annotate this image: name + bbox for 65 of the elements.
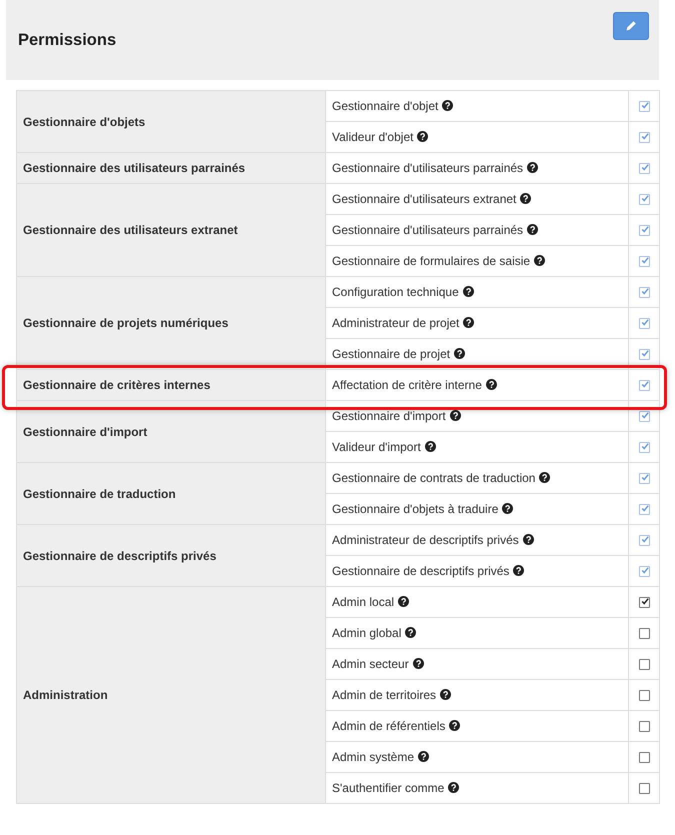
permission-label: Admin global xyxy=(332,626,402,640)
help-icon[interactable] xyxy=(418,751,430,762)
help-icon[interactable] xyxy=(448,782,460,793)
permission-label: Admin local xyxy=(332,595,394,609)
help-icon[interactable] xyxy=(450,410,461,421)
checkbox[interactable] xyxy=(638,597,650,608)
help-icon[interactable] xyxy=(417,131,428,142)
group-name-cell: Gestionnaire des utilisateurs extranet xyxy=(16,184,326,276)
permission-label: Admin de référentiels xyxy=(332,719,446,733)
help-icon[interactable] xyxy=(527,224,538,235)
permission-label: Gestionnaire d'import xyxy=(332,409,446,423)
help-icon[interactable] xyxy=(442,100,454,111)
checkbox[interactable] xyxy=(638,690,650,702)
group-name-cell: Gestionnaire d'import xyxy=(16,400,326,462)
permission-label: Admin de territoires xyxy=(332,688,436,702)
help-icon[interactable] xyxy=(449,720,460,731)
group-name-cell: Gestionnaire de traduction xyxy=(16,462,326,524)
help-icon[interactable] xyxy=(502,503,514,514)
group-name-cell: Gestionnaire d'objets xyxy=(16,90,326,152)
permission-label: Valideur d'import xyxy=(332,440,421,454)
permission-label: Valideur d'objet xyxy=(332,130,414,144)
help-icon[interactable] xyxy=(424,441,436,452)
help-icon[interactable] xyxy=(440,689,452,700)
permission-label: Gestionnaire d'objet xyxy=(332,99,438,113)
help-icon[interactable] xyxy=(534,255,546,266)
permission-label: Admin système xyxy=(332,750,414,764)
permission-label: Gestionnaire d'objets à traduire xyxy=(332,502,498,516)
permission-label: Gestionnaire d'utilisateurs parrainés xyxy=(332,161,524,175)
help-icon[interactable] xyxy=(454,348,466,359)
checkbox[interactable] xyxy=(638,659,650,670)
help-icon[interactable] xyxy=(412,658,424,669)
permission-label: Admin secteur xyxy=(332,657,409,671)
permission-label: Gestionnaire de projet xyxy=(332,347,450,361)
permission-label: S'authentifier comme xyxy=(332,781,444,795)
permission-label: Gestionnaire d'utilisateurs parrainés xyxy=(332,223,524,237)
permission-label: Gestionnaire de formulaires de saisie xyxy=(332,254,530,268)
help-icon[interactable] xyxy=(513,565,524,576)
checkbox[interactable] xyxy=(638,628,650,640)
group-name-cell: Gestionnaire de projets numériques xyxy=(16,276,326,370)
help-icon[interactable] xyxy=(539,472,550,483)
help-icon[interactable] xyxy=(527,162,538,173)
permission-label: Affectation de critère interne xyxy=(332,378,482,392)
help-icon[interactable] xyxy=(405,627,416,638)
help-icon[interactable] xyxy=(522,534,534,545)
pencil-icon xyxy=(625,20,637,32)
group-name-cell: Gestionnaire de descriptifs privés xyxy=(16,524,326,586)
checkbox[interactable] xyxy=(638,721,650,732)
permission-label: Administrateur de projet xyxy=(332,316,460,330)
help-icon[interactable] xyxy=(462,286,474,297)
permission-label: Gestionnaire de contrats de traduction xyxy=(332,471,536,485)
permission-label: Gestionnaire d'utilisateurs extranet xyxy=(332,192,516,206)
help-icon[interactable] xyxy=(398,596,410,607)
checkbox[interactable] xyxy=(638,752,650,764)
group-name-cell: Gestionnaire de critères internes xyxy=(16,370,326,400)
permission-label: Gestionnaire de descriptifs privés xyxy=(332,564,510,578)
group-name-cell: Administration xyxy=(16,586,326,804)
edit-button[interactable] xyxy=(613,12,649,40)
help-icon[interactable] xyxy=(486,379,497,390)
checkbox[interactable] xyxy=(638,783,650,794)
permission-label: Configuration technique xyxy=(332,285,459,299)
group-name-cell: Gestionnaire des utilisateurs parrainés xyxy=(16,152,326,184)
help-icon[interactable] xyxy=(463,317,474,328)
permission-label: Administrateur de descriptifs privés xyxy=(332,533,519,547)
panel-title: Permissions xyxy=(18,31,116,50)
help-icon[interactable] xyxy=(520,193,532,204)
